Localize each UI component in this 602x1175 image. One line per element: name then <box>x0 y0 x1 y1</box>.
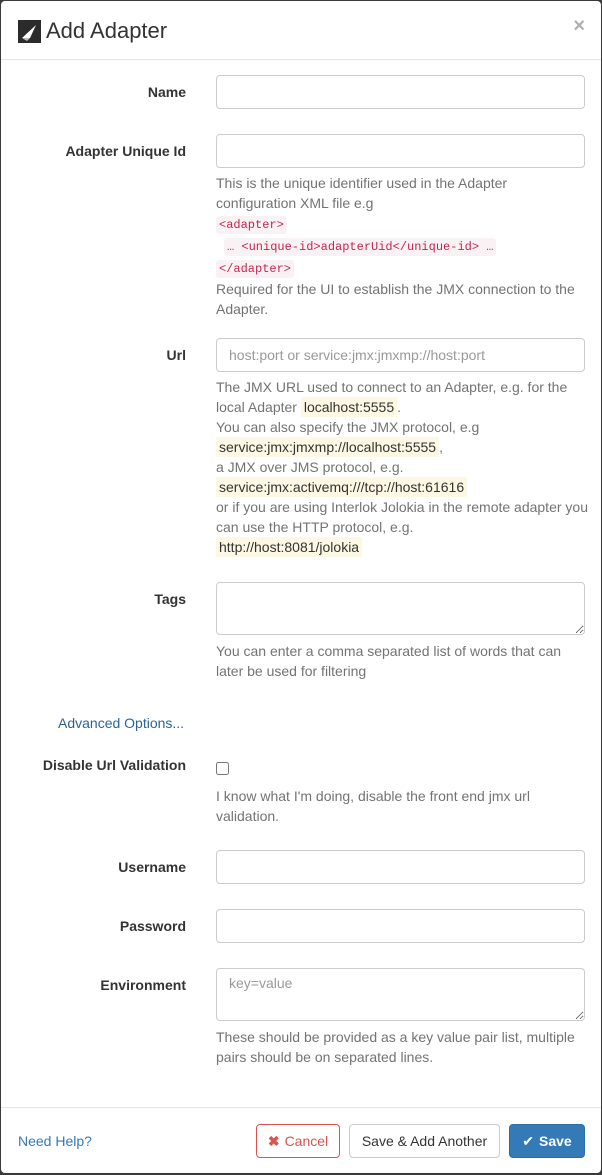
url-help-text-3: a JMX over JMS protocol, e.g. <box>216 459 404 475</box>
times-icon: ✖ <box>267 1132 280 1149</box>
url-example-localhost: localhost:5555 <box>300 397 398 417</box>
modal-title: Add Adapter <box>46 18 168 43</box>
username-label: Username <box>118 859 186 875</box>
password-label: Password <box>119 918 186 934</box>
modal-header: Add Adapter × <box>1 1 601 60</box>
url-example-jolokia: http://host:8081/jolokia <box>216 537 363 557</box>
tags-label: Tags <box>154 591 186 607</box>
password-input[interactable] <box>216 909 585 943</box>
url-example-jmxmp: service:jmx:jmxmp://localhost:5555 <box>216 437 440 457</box>
disable-url-validation-label: Disable Url Validation <box>42 757 186 773</box>
code-adapter-open: <adapter> <box>216 216 287 234</box>
url-label: Url <box>166 347 186 363</box>
cancel-label: Cancel <box>284 1133 329 1149</box>
name-label: Name <box>147 84 186 100</box>
add-adapter-modal: Add Adapter × Name Adapter Unique Id Thi… <box>1 1 601 1173</box>
check-icon: ✔ <box>522 1132 535 1149</box>
unique-id-help-text: This is the unique identifier used in th… <box>216 175 508 211</box>
need-help-link[interactable]: Need Help? <box>18 1133 92 1149</box>
disable-url-validation-help: I know what I'm doing, disable the front… <box>216 788 530 824</box>
disable-url-validation-checkbox[interactable] <box>216 762 229 775</box>
close-icon[interactable]: × <box>573 16 585 36</box>
url-help-text-4: or if you are using Interlok Jolokia in … <box>216 499 588 535</box>
code-adapter-close: </adapter> <box>216 260 295 278</box>
url-example-activemq: service:jmx:activemq:///tcp://host:61616 <box>216 477 468 497</box>
save-label: Save <box>539 1133 572 1149</box>
name-input[interactable] <box>216 75 585 109</box>
url-help: The JMX URL used to connect to an Adapte… <box>216 379 588 557</box>
environment-textarea[interactable] <box>216 968 585 1021</box>
username-input[interactable] <box>216 850 585 884</box>
code-unique-id: … <unique-id>adapterUid</unique-id> … <box>224 238 497 256</box>
unique-id-input[interactable] <box>216 134 585 168</box>
save-add-another-label: Save & Add Another <box>361 1133 488 1149</box>
tags-help: You can enter a comma separated list of … <box>216 643 562 679</box>
interlok-logo-icon <box>18 20 41 43</box>
url-input[interactable] <box>216 338 585 372</box>
unique-id-help-text-2: Required for the UI to establish the JMX… <box>216 281 575 317</box>
save-add-another-button[interactable]: Save & Add Another <box>349 1124 500 1158</box>
environment-label: Environment <box>100 977 186 993</box>
url-help-text-2: You can also specify the JMX protocol, e… <box>216 419 480 435</box>
unique-id-label: Adapter Unique Id <box>65 143 186 159</box>
unique-id-help: This is the unique identifier used in th… <box>216 173 588 319</box>
modal-footer: Need Help? ✖ Cancel Save & Add Another ✔… <box>1 1107 601 1173</box>
cancel-button[interactable]: ✖ Cancel <box>256 1124 340 1158</box>
environment-help: These should be provided as a key value … <box>216 1029 575 1065</box>
advanced-options-link[interactable]: Advanced Options... <box>58 715 184 731</box>
tags-textarea[interactable] <box>216 582 585 635</box>
save-button[interactable]: ✔ Save <box>509 1124 585 1158</box>
